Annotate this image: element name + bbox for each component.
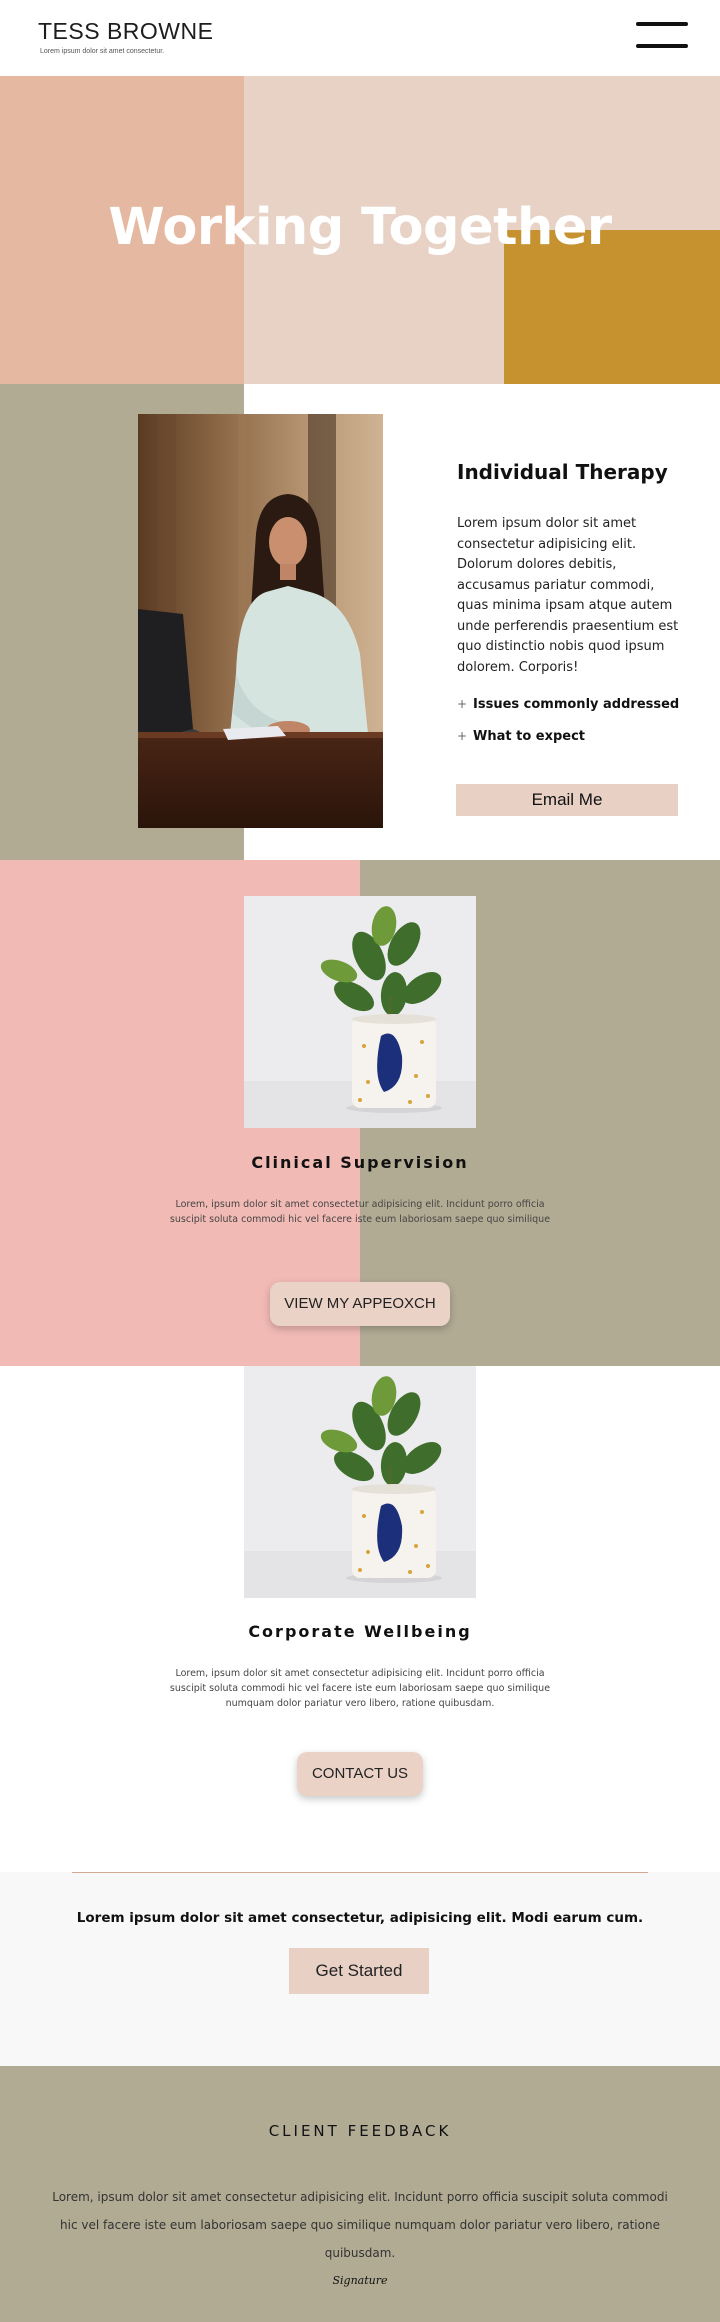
accordion-expect-label: What to expect xyxy=(473,729,586,744)
corporate-title: Corporate Wellbeing xyxy=(248,1622,472,1641)
menu-bar-top xyxy=(636,22,688,26)
divider-line xyxy=(72,1872,648,1873)
therapy-title: Individual Therapy xyxy=(457,460,668,484)
clinical-section: Clinical Supervision Lorem, ipsum dolor … xyxy=(0,860,720,1366)
get-started-button[interactable]: Get Started xyxy=(289,1948,429,1994)
clinical-description: Lorem, ipsum dolor sit amet consectetur … xyxy=(169,1199,551,1225)
corporate-description: Lorem, ipsum dolor sit amet consectetur … xyxy=(169,1668,551,1709)
accordion-issues-label: Issues commonly addressed xyxy=(473,697,680,712)
corporate-section: Corporate Wellbeing Lorem, ipsum dolor s… xyxy=(0,1366,720,1872)
email-me-button[interactable]: Email Me xyxy=(456,784,678,816)
site-header: TESS BROWNE Lorem ipsum dolor sit amet c… xyxy=(0,0,720,76)
hero-title: Working Together xyxy=(108,198,612,257)
hamburger-menu-icon[interactable] xyxy=(636,22,688,48)
therapy-section: Individual Therapy Lorem ipsum dolor sit… xyxy=(0,384,720,860)
feedback-title: CLIENT FEEDBACK xyxy=(268,2122,452,2140)
therapy-description: Lorem ipsum dolor sit amet consectetur a… xyxy=(457,516,679,675)
accordion-issues[interactable]: + Issues commonly addressed xyxy=(457,697,679,712)
cta-section: Lorem ipsum dolor sit amet consectetur, … xyxy=(0,1872,720,2066)
cta-text: Lorem ipsum dolor sit amet consectetur, … xyxy=(76,1910,644,1926)
feedback-section: CLIENT FEEDBACK Lorem, ipsum dolor sit a… xyxy=(0,2066,720,2322)
plus-icon: + xyxy=(457,729,468,743)
brand-tagline: Lorem ipsum dolor sit amet consectetur. xyxy=(40,48,165,55)
plant-photo xyxy=(244,1366,476,1598)
view-approach-button[interactable]: VIEW MY APPEOXCH xyxy=(270,1282,450,1326)
feedback-signature: Signature xyxy=(332,2274,388,2287)
accordion-expect[interactable]: + What to expect xyxy=(457,729,585,744)
plus-icon: + xyxy=(457,697,468,711)
contact-us-button[interactable]: CONTACT US xyxy=(297,1752,423,1796)
hero-section: Working Together xyxy=(0,76,720,384)
therapist-photo xyxy=(138,414,383,828)
menu-bar-bottom xyxy=(636,44,688,48)
feedback-quote: Lorem, ipsum dolor sit amet consectetur … xyxy=(52,2190,668,2260)
clinical-title: Clinical Supervision xyxy=(251,1153,469,1172)
plant-photo xyxy=(244,896,476,1128)
brand-name[interactable]: TESS BROWNE xyxy=(38,18,213,45)
